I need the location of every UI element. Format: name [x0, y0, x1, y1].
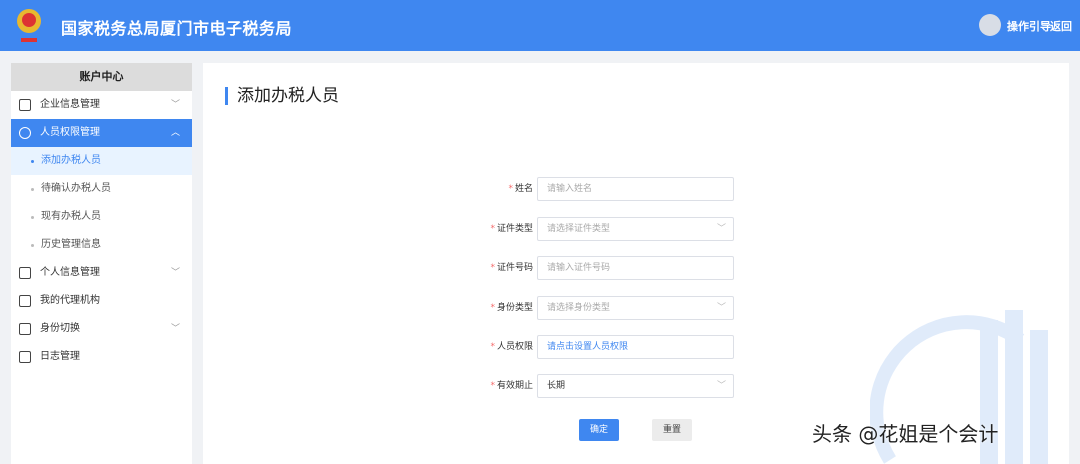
required-mark: *: [490, 263, 495, 273]
form-row-id-number: * 证件号码 请输入证件号码: [203, 256, 1069, 280]
set-permission-link[interactable]: 请点击设置人员权限: [537, 335, 734, 359]
switch-icon: [19, 323, 31, 335]
watermark: 头条 @花姐是个会计: [812, 422, 999, 446]
sidebar: 账户中心 企业信息管理 ﹀ 人员权限管理 ︿ 添加办税人员 待确认办税人员 现有办税…: [11, 63, 192, 464]
page-title: 添加办税人员: [225, 87, 339, 105]
chevron-down-icon: ﹀: [170, 268, 180, 278]
chevron-down-icon: ﹀: [716, 303, 726, 313]
label-text: 有效期止: [496, 381, 533, 391]
top-header: 国家税务总局厦门市电子税务局 操作引导 返回: [0, 0, 1080, 51]
chevron-down-icon: ﹀: [170, 324, 180, 334]
sidebar-item-label: 人员权限管理: [40, 127, 100, 138]
guide-link[interactable]: 操作引导: [1007, 18, 1051, 34]
form-row-name: * 姓名 请输入姓名: [203, 177, 1069, 201]
building-icon: [19, 99, 31, 111]
valid-until-select[interactable]: 长期 ﹀: [537, 374, 734, 398]
sidebar-item-logs[interactable]: 日志管理: [11, 343, 192, 371]
id-number-input[interactable]: 请输入证件号码: [537, 256, 734, 280]
name-input[interactable]: 请输入姓名: [537, 177, 734, 201]
sidebar-item-staff-permission[interactable]: 人员权限管理 ︿: [11, 119, 192, 147]
chevron-down-icon: ﹀: [716, 224, 726, 234]
required-mark: *: [490, 303, 495, 313]
select-placeholder: 请选择证件类型: [547, 224, 611, 234]
user-group-icon: [19, 127, 31, 139]
tax-emblem-logo: [17, 9, 41, 42]
user-avatar-icon[interactable]: [979, 14, 1001, 36]
select-value: 长期: [547, 381, 566, 391]
required-mark: *: [508, 184, 513, 194]
id-type-select[interactable]: 请选择证件类型 ﹀: [537, 217, 734, 241]
id-card-icon: [19, 267, 31, 279]
site-title: 国家税务总局厦门市电子税务局: [61, 19, 293, 38]
sidebar-item-label: 企业信息管理: [40, 99, 100, 110]
sidebar-item-label: 我的代理机构: [40, 295, 100, 306]
sidebar-subitem-add-staff[interactable]: 添加办税人员: [11, 147, 192, 175]
chevron-down-icon: ﹀: [716, 381, 726, 391]
sidebar-item-label: 个人信息管理: [40, 267, 100, 278]
chevron-up-icon: ︿: [170, 128, 180, 138]
confirm-button[interactable]: 确定: [579, 419, 619, 441]
sidebar-item-agency[interactable]: 我的代理机构: [11, 287, 192, 315]
identity-type-select[interactable]: 请选择身份类型 ﹀: [537, 296, 734, 320]
label-text: 姓名: [514, 184, 533, 194]
field-label: * 证件号码: [490, 256, 533, 280]
required-mark: *: [490, 342, 495, 352]
sidebar-item-switch-identity[interactable]: 身份切换 ﹀: [11, 315, 192, 343]
label-text: 证件号码: [496, 263, 533, 273]
agency-icon: [19, 295, 31, 307]
select-placeholder: 请选择身份类型: [547, 303, 611, 313]
calendar-icon: [19, 351, 31, 363]
label-text: 证件类型: [496, 224, 533, 234]
required-mark: *: [490, 381, 495, 391]
field-label: * 姓名: [508, 177, 533, 201]
form-row-id-type: * 证件类型 请选择证件类型 ﹀: [203, 217, 1069, 241]
field-label: * 人员权限: [490, 335, 533, 359]
sidebar-item-label: 日志管理: [40, 351, 80, 362]
sidebar-subitem-history[interactable]: 历史管理信息: [11, 231, 192, 259]
field-label: * 有效期止: [490, 374, 533, 398]
sidebar-item-label: 身份切换: [40, 323, 80, 334]
sidebar-subitem-pending-staff[interactable]: 待确认办税人员: [11, 175, 192, 203]
field-label: * 身份类型: [490, 296, 533, 320]
required-mark: *: [490, 224, 495, 234]
reset-button[interactable]: 重置: [652, 419, 692, 441]
sidebar-item-company-info[interactable]: 企业信息管理 ﹀: [11, 91, 192, 119]
sidebar-subitem-current-staff[interactable]: 现有办税人员: [11, 203, 192, 231]
sidebar-item-personal-info[interactable]: 个人信息管理 ﹀: [11, 259, 192, 287]
label-text: 人员权限: [496, 342, 533, 352]
field-label: * 证件类型: [490, 217, 533, 241]
label-text: 身份类型: [496, 303, 533, 313]
sidebar-heading: 账户中心: [11, 63, 192, 91]
back-link[interactable]: 返回: [1050, 18, 1072, 34]
chevron-down-icon: ﹀: [170, 100, 180, 110]
